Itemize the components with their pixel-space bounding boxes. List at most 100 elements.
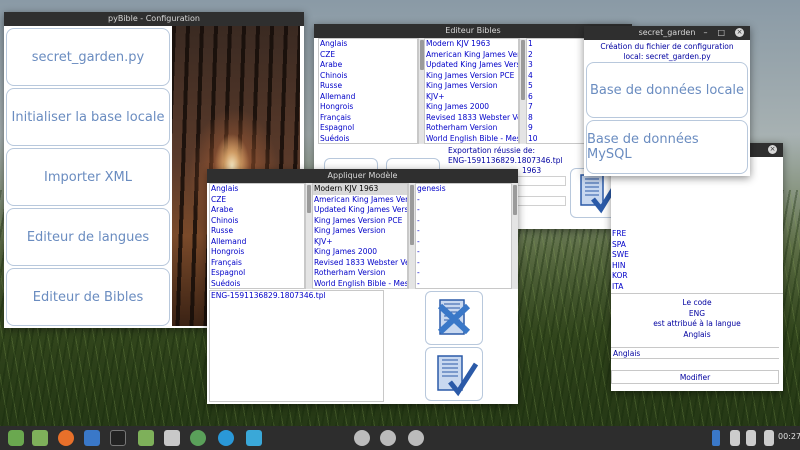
language-list-item[interactable]: Français	[210, 258, 304, 269]
gear-icon-3[interactable]	[408, 430, 424, 446]
version-list-item[interactable]: Rotherham Version	[425, 123, 518, 134]
book-list-item[interactable]: -	[416, 226, 512, 237]
editeur-language-list[interactable]: Anglais CZE Arabe Chinois Russe Allemand Hongr…	[318, 38, 418, 144]
book-list-item[interactable]: -	[416, 268, 512, 279]
modify-button[interactable]: Modifier	[611, 370, 779, 384]
version-list-item[interactable]: Modern KJV 1963	[425, 39, 518, 50]
appliquer-version-list[interactable]: Modern KJV 1963American King James Versi…	[312, 183, 408, 289]
config-titlebar[interactable]: pyBible - Configuration	[4, 12, 304, 26]
apply-template-button[interactable]	[425, 347, 483, 401]
language-list-item[interactable]: Arabe	[319, 60, 417, 71]
editeur-version-list[interactable]: Modern KJV 1963American King James Versi…	[424, 38, 519, 144]
bluetooth-icon[interactable]	[712, 430, 720, 446]
appliquer-book-list[interactable]: genesis - - - - - - - - -	[415, 183, 513, 289]
language-list-item[interactable]: Russe	[210, 226, 304, 237]
version-list-item[interactable]: King James Version	[313, 226, 407, 237]
version-list-item[interactable]: American King James Version	[313, 195, 407, 206]
language-code-item[interactable]: SWE	[611, 250, 779, 261]
minimize-icon[interactable]: –	[703, 26, 707, 40]
version-list-item[interactable]: World English Bible - Messianic	[313, 279, 407, 289]
language-list-item[interactable]: Espagnol	[210, 268, 304, 279]
show-desktop-icon[interactable]	[32, 430, 48, 446]
clock[interactable]: 00:27	[778, 432, 800, 441]
language-list-item[interactable]: Anglais	[319, 39, 417, 50]
book-list-item[interactable]: -	[416, 247, 512, 258]
version-list-item[interactable]: King James Version PCE	[313, 216, 407, 227]
version-list-item[interactable]: Updated King James Version	[313, 205, 407, 216]
version-list-item[interactable]: Revised 1833 Webster Version	[313, 258, 407, 269]
language-list-item[interactable]: Chinois	[319, 71, 417, 82]
bible-editor-button[interactable]: Editeur de Bibles	[6, 268, 170, 326]
version-list-item[interactable]: Modern KJV 1963	[313, 184, 407, 195]
maximize-icon[interactable]: □	[717, 26, 725, 40]
language-list-item[interactable]: Hongrois	[319, 102, 417, 113]
template-file-list[interactable]: ENG-1591136829.1807346.tpl	[209, 290, 384, 402]
mail-icon[interactable]	[84, 430, 100, 446]
language-list-item[interactable]: Russe	[319, 81, 417, 92]
version-list-item[interactable]: Revised 1833 Webster Version	[425, 113, 518, 124]
book-list-item[interactable]: -	[416, 237, 512, 248]
appliquer-language-list[interactable]: Anglais CZE Arabe Chinois Russe Allemand Hongr…	[209, 183, 305, 289]
book-list-item[interactable]: -	[416, 195, 512, 206]
gear-icon-2[interactable]	[380, 430, 396, 446]
language-code-item[interactable]: FRE	[611, 229, 779, 240]
app-vm-icon[interactable]	[246, 430, 262, 446]
settings-app-icon[interactable]	[190, 430, 206, 446]
book-list-item[interactable]: genesis	[416, 184, 512, 195]
mysql-database-button[interactable]: Base de données MySQL	[586, 120, 748, 174]
firefox-icon[interactable]	[58, 430, 74, 446]
language-code-item[interactable]: KOR	[611, 271, 779, 282]
appliquer-lang-scrollbar[interactable]	[305, 183, 312, 289]
language-list-item[interactable]: CZE	[210, 195, 304, 206]
menu-icon[interactable]	[8, 430, 24, 446]
book-list-item[interactable]: -	[416, 216, 512, 227]
version-list-item[interactable]: KJV+	[313, 237, 407, 248]
version-list-item[interactable]: World English Bible - Messianic	[425, 134, 518, 144]
language-list-item[interactable]: Allemand	[210, 237, 304, 248]
language-editor-close-icon[interactable]: ×	[768, 145, 777, 154]
volume-icon[interactable]	[746, 430, 756, 446]
version-list-item[interactable]: KJV+	[425, 92, 518, 103]
language-editor-button[interactable]: Editeur de langues	[6, 208, 170, 266]
language-list-item[interactable]: Français	[319, 113, 417, 124]
language-list-item[interactable]: Hongrois	[210, 247, 304, 258]
book-list-item[interactable]: -	[416, 258, 512, 269]
selected-language-field[interactable]: Anglais	[611, 347, 779, 359]
terminal-icon[interactable]	[110, 430, 126, 446]
version-list-item[interactable]: King James Version PCE	[425, 71, 518, 82]
language-list-item[interactable]: Suédois	[210, 279, 304, 289]
power-icon[interactable]	[764, 430, 774, 446]
version-list-item[interactable]: American King James Version	[425, 50, 518, 61]
files-icon[interactable]	[138, 430, 154, 446]
language-code-item[interactable]: SPA	[611, 240, 779, 251]
language-list-item[interactable]: Allemand	[319, 92, 417, 103]
init-local-db-button[interactable]: Initialiser la base locale	[6, 88, 170, 146]
version-list-item[interactable]: King James 2000	[425, 102, 518, 113]
secret-garden-titlebar[interactable]: secret_garden – □ ×	[584, 26, 750, 40]
version-list-item[interactable]: King James Version	[425, 81, 518, 92]
document-icon[interactable]	[164, 430, 180, 446]
close-icon[interactable]: ×	[735, 28, 744, 37]
version-list-item[interactable]: Rotherham Version	[313, 268, 407, 279]
editeur-version-scrollbar[interactable]	[519, 38, 526, 144]
language-code-item[interactable]: HIN	[611, 261, 779, 272]
local-database-button[interactable]: Base de données locale	[586, 62, 748, 118]
delete-template-button[interactable]	[425, 291, 483, 345]
appliquer-book-scrollbar[interactable]	[511, 183, 518, 289]
version-list-item[interactable]: Updated King James Version	[425, 60, 518, 71]
version-list-item[interactable]: King James 2000	[313, 247, 407, 258]
appliquer-version-scrollbar[interactable]	[408, 183, 415, 289]
language-list-item[interactable]: Suédois	[319, 134, 417, 144]
network-icon[interactable]	[730, 430, 740, 446]
app-r-icon[interactable]	[218, 430, 234, 446]
secret-garden-button[interactable]: secret_garden.py	[6, 28, 170, 86]
language-list-item[interactable]: Anglais	[210, 184, 304, 195]
import-xml-button[interactable]: Importer XML	[6, 148, 170, 206]
appliquer-titlebar[interactable]: Appliquer Modèle	[207, 169, 518, 183]
language-code-item[interactable]: ITA	[611, 282, 779, 292]
language-code-list[interactable]: FRE SPA SWE HIN KOR ITA	[611, 229, 779, 291]
language-list-item[interactable]: Chinois	[210, 216, 304, 227]
language-list-item[interactable]: CZE	[319, 50, 417, 61]
language-list-item[interactable]: Arabe	[210, 205, 304, 216]
language-list-item[interactable]: Espagnol	[319, 123, 417, 134]
